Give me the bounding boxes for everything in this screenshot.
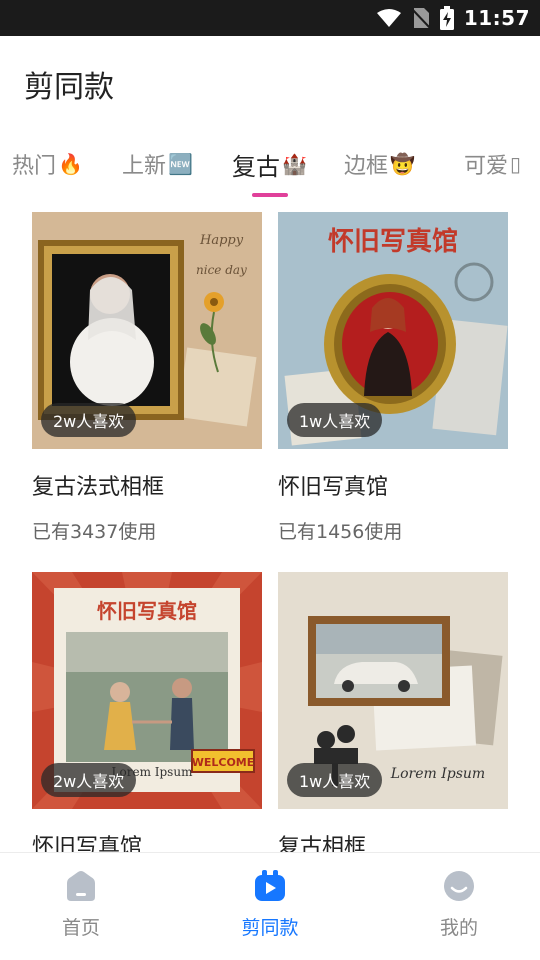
nav-profile[interactable]: 我的: [399, 869, 519, 949]
thumb-script-text: nice day: [196, 263, 247, 277]
status-icons: 11:57: [376, 0, 530, 36]
template-title: 复古法式相框: [32, 475, 165, 500]
nav-label: 首页: [61, 917, 100, 939]
home-icon: [67, 871, 95, 901]
thumb-script-text: Happy: [199, 233, 244, 248]
likes-badge: 1w人喜欢: [287, 403, 383, 437]
bottom-navigation: 首页 剪同款 我的: [0, 852, 540, 960]
category-tabs: 热门 🔥 上新 🆕 复古 🏰 边框 🤠 可爱 ▯: [0, 128, 540, 200]
template-thumbnail: Lorem Ipsum 1w人喜欢: [278, 572, 508, 809]
thumb-caption-text: Lorem Ipsum: [390, 766, 485, 782]
tab-label: 可爱: [464, 154, 509, 179]
tab-new[interactable]: 上新 🆕: [122, 144, 193, 184]
cowboy-icon: 🤠: [390, 152, 415, 176]
profile-icon: [444, 871, 474, 901]
template-title: 怀旧写真馆: [32, 835, 143, 852]
tab-label: 热门: [12, 154, 57, 179]
play-template-icon: [255, 870, 285, 901]
template-usage-count: 已有1456使用: [278, 521, 403, 543]
status-time: 11:57: [463, 6, 530, 30]
template-thumbnail: Happy nice day 2w人喜欢: [32, 212, 262, 449]
active-tab-indicator: [252, 193, 288, 197]
template-thumbnail: 怀旧写真馆 1w人喜欢: [278, 212, 508, 449]
tab-label: 上新: [122, 154, 167, 179]
app-screen: 11:57 剪同款 热门 🔥 上新 🆕 复古 🏰 边框 🤠 可爱 ▯ Happy…: [0, 0, 540, 960]
battery-charging-icon: [439, 6, 454, 30]
thumb-title-text: 怀旧写真馆: [328, 226, 458, 257]
no-sim-icon: [411, 8, 430, 29]
thumb-title-text: 怀旧写真馆: [97, 599, 197, 623]
nav-home[interactable]: 首页: [21, 869, 141, 949]
thumb-welcome-text: WELCOME: [192, 756, 255, 769]
wifi-icon: [376, 9, 401, 27]
template-usage-count: 已有3437使用: [32, 521, 157, 543]
template-grid: Happy nice day 2w人喜欢 复古法式相框 已有3437使用 怀旧写…: [0, 200, 540, 852]
likes-badge: 2w人喜欢: [41, 763, 137, 797]
nav-label: 剪同款: [241, 917, 299, 939]
nav-label: 我的: [439, 917, 478, 939]
header: 剪同款: [0, 36, 540, 128]
likes-badge: 1w人喜欢: [287, 763, 383, 797]
likes-badge: 2w人喜欢: [41, 403, 137, 437]
tab-label: 复古: [232, 152, 280, 181]
castle-icon: 🏰: [282, 152, 307, 176]
tab-border[interactable]: 边框 🤠: [344, 144, 415, 184]
template-thumbnail: 怀旧写真馆 WELCOME Lorem Ipsum 2w人喜欢: [32, 572, 262, 809]
page-title: 剪同款: [24, 70, 114, 105]
missing-glyph-icon: ▯: [510, 152, 522, 176]
nav-template[interactable]: 剪同款: [210, 869, 330, 949]
tab-label: 边框: [344, 154, 389, 179]
template-title: 怀旧写真馆: [278, 475, 389, 500]
template-title: 复古相框: [278, 835, 367, 852]
tab-retro[interactable]: 复古 🏰: [232, 144, 307, 184]
tab-cute[interactable]: 可爱 ▯: [464, 144, 521, 184]
tab-hot[interactable]: 热门 🔥: [12, 144, 83, 184]
status-bar: 11:57: [0, 0, 540, 36]
new-badge-icon: 🆕: [168, 152, 193, 176]
fire-icon: 🔥: [58, 152, 83, 176]
